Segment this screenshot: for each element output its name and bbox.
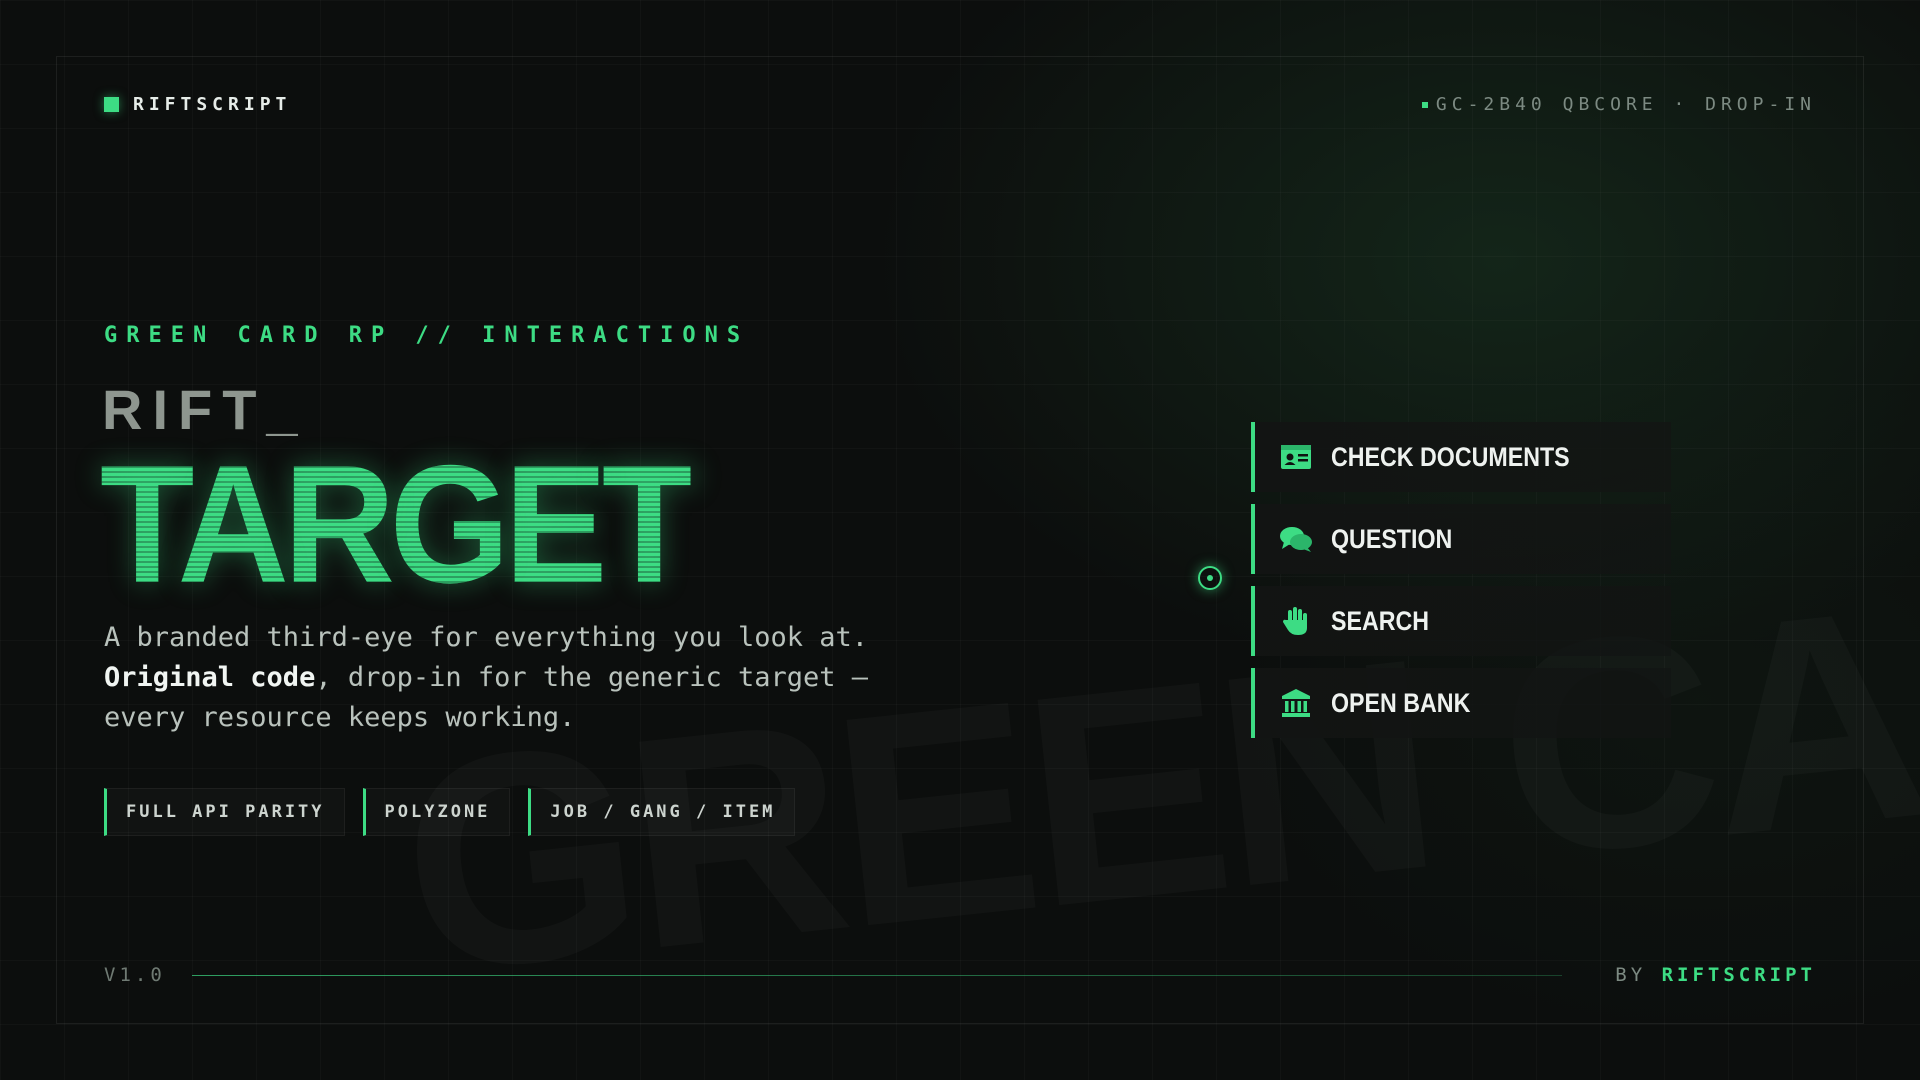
tag-polyzone: POLYZONE [362,788,511,836]
target-eye-icon[interactable] [1198,566,1222,590]
feature-tags: FULL API PARITY POLYZONE JOB / GANG / IT… [104,788,796,836]
brand-logo-square [104,97,119,112]
footer-divider [192,975,1562,976]
hero-description: A branded third-eye for everything you l… [104,618,884,738]
footer-by-name: RIFTSCRIPT [1661,964,1816,986]
tag-full-api-parity: FULL API PARITY [104,788,345,836]
hand-icon [1279,604,1313,638]
version-label: V1.0 [104,964,166,986]
target-menu: CHECK DOCUMENTS QUESTION SEARCH OPEN BAN… [1251,422,1671,750]
id-card-icon [1279,440,1313,474]
menu-item-check-documents[interactable]: CHECK DOCUMENTS [1251,422,1671,492]
desc-bold: Original code [104,662,316,693]
footer-credit: BY RIFTSCRIPT [1615,964,1816,986]
hero-eyebrow: GREEN CARD RP // INTERACTIONS [104,323,750,348]
header-meta: GC-2B40 QBCORE · DROP-IN [1421,94,1816,115]
menu-item-label: QUESTION [1331,523,1453,554]
brand-name: RIFTSCRIPT [133,94,292,115]
hero-title: TARGET [100,430,696,618]
bank-icon [1279,686,1313,720]
menu-item-label: SEARCH [1331,605,1430,636]
menu-item-search[interactable]: SEARCH [1251,586,1671,656]
desc-text-1: A branded third-eye for everything you l… [104,622,869,653]
brand: RIFTSCRIPT [104,94,291,115]
chat-bubbles-icon [1279,522,1313,556]
tag-job-gang-item: JOB / GANG / ITEM [528,788,796,836]
status-dot-icon [1421,101,1428,108]
menu-item-open-bank[interactable]: OPEN BANK [1251,668,1671,738]
menu-item-question[interactable]: QUESTION [1251,504,1671,574]
menu-item-label: OPEN BANK [1331,687,1471,718]
header-meta-text: GC-2B40 QBCORE · DROP-IN [1435,94,1816,115]
menu-item-label: CHECK DOCUMENTS [1331,441,1570,472]
footer-by-label: BY [1615,964,1647,986]
